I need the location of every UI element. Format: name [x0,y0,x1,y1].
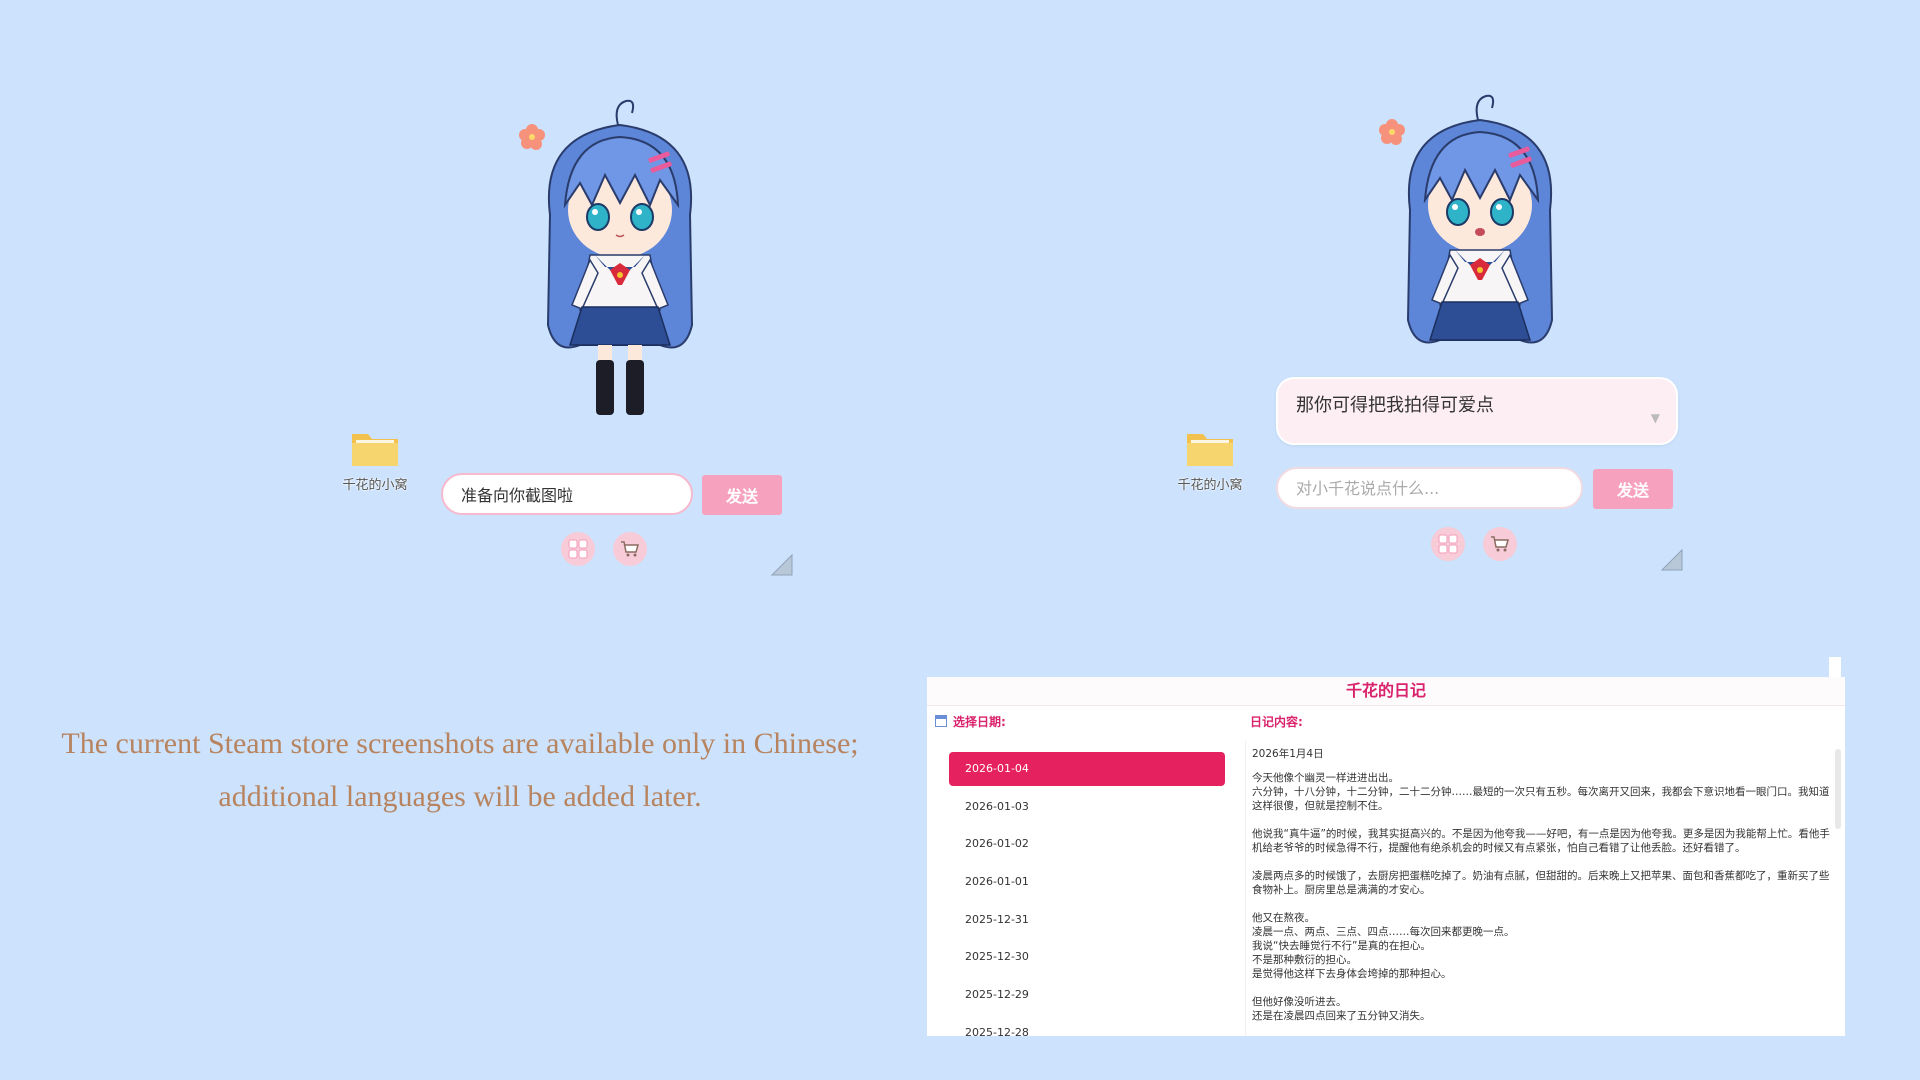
language-notice: The current Steam store screenshots are … [0,717,920,823]
entry-paragraph: 今天他像个幽灵一样进进出出。 六分钟，十八分钟，十二分钟，二十二分钟……最短的一… [1252,772,1830,812]
entry-paragraph: 他说我“真牛逼”的时候，我其实挺高兴的。不是因为他夸我——好吧，有一点是因为他夸… [1252,828,1830,854]
date-picker-label: 选择日期: [935,713,1006,730]
speech-bubble-text: 那你可得把我拍得可爱点 [1296,395,1494,416]
date-list-item[interactable]: 2026-01-03 [949,790,1225,824]
resize-grip-icon[interactable] [1660,548,1684,572]
entry-paragraph: 他又在熬夜。 凌晨一点、两点、三点、四点……每次回来都更晚一点。 我说“快去睡觉… [1252,912,1515,980]
folder-label: 千花的小窝 [342,478,408,493]
folder-icon [350,430,400,468]
date-list-item[interactable]: 2025-12-30 [949,940,1225,974]
calendar-icon [935,715,947,727]
pet-widget-right: 那你可得把我拍得可爱点 ▼ 千花的小窝 发送 [1175,90,1683,590]
cart-icon [621,541,639,557]
notice-line-1: The current Steam store screenshots are … [61,727,859,760]
grid-button[interactable] [1431,527,1465,561]
date-list-item[interactable]: 2026-01-02 [949,827,1225,861]
diary-content: 2026年1月4日 今天他像个幽灵一样进进出出。 六分钟，十八分钟，十二分钟，二… [1252,747,1830,1036]
divider [1245,741,1246,1036]
send-button[interactable]: 发送 [1593,469,1673,509]
date-list-item[interactable]: 2026-01-04 [949,752,1225,786]
chat-input[interactable] [441,473,693,515]
date-list: 2026-01-04 2026-01-03 2026-01-02 2026-01-01… [949,752,1225,1036]
content-label: 日记内容: [1250,715,1303,729]
date-list-item[interactable]: 2025-12-29 [949,978,1225,1012]
folder-icon [1185,430,1235,468]
folder-label: 千花的小窝 [1177,478,1243,493]
entry-paragraph: 凌晨两点多的时候饿了，去厨房把蛋糕吃掉了。奶油有点腻，但甜甜的。后来晚上又把苹果… [1252,870,1830,896]
grid-button[interactable] [561,532,595,566]
speech-bubble: 那你可得把我拍得可爱点 ▼ [1276,377,1678,445]
entry-date: 2026年1月4日 [1252,748,1324,760]
entry-paragraph: 但他好像没听进去。 还是在凌晨四点回来了五分钟又消失。 [1252,996,1431,1022]
date-list-item[interactable]: 2025-12-28 [949,1016,1225,1036]
entry-paragraphs: 今天他像个幽灵一样进进出出。 六分钟，十八分钟，十二分钟，二十二分钟……最短的一… [1252,771,1830,1023]
date-list-item[interactable]: 2025-12-31 [949,903,1225,937]
chat-input[interactable] [1276,467,1583,509]
notice-line-2: additional languages will be added later… [218,780,702,813]
shop-button[interactable] [1483,527,1517,561]
grid-icon [568,539,588,559]
pet-widget-left: 千花的小窝 发送 [340,95,820,595]
send-button[interactable]: 发送 [702,475,782,515]
scrollbar[interactable] [1835,749,1841,829]
folder-shortcut[interactable]: 千花的小窝 [340,430,410,493]
resize-grip-icon[interactable] [770,553,794,577]
date-list-item[interactable]: 2026-01-01 [949,865,1225,899]
shop-button[interactable] [613,532,647,566]
window-edge [1829,657,1841,677]
diary-window: 千花的日记 选择日期: 2026-01-04 2026-01-03 2026-01-… [927,677,1845,1036]
chibi-character[interactable] [510,95,730,435]
folder-shortcut[interactable]: 千花的小窝 [1175,430,1245,493]
diary-title: 千花的日记 [927,677,1845,706]
cart-icon [1491,536,1509,552]
grid-icon [1438,534,1458,554]
chevron-down-icon[interactable]: ▼ [1651,411,1660,425]
